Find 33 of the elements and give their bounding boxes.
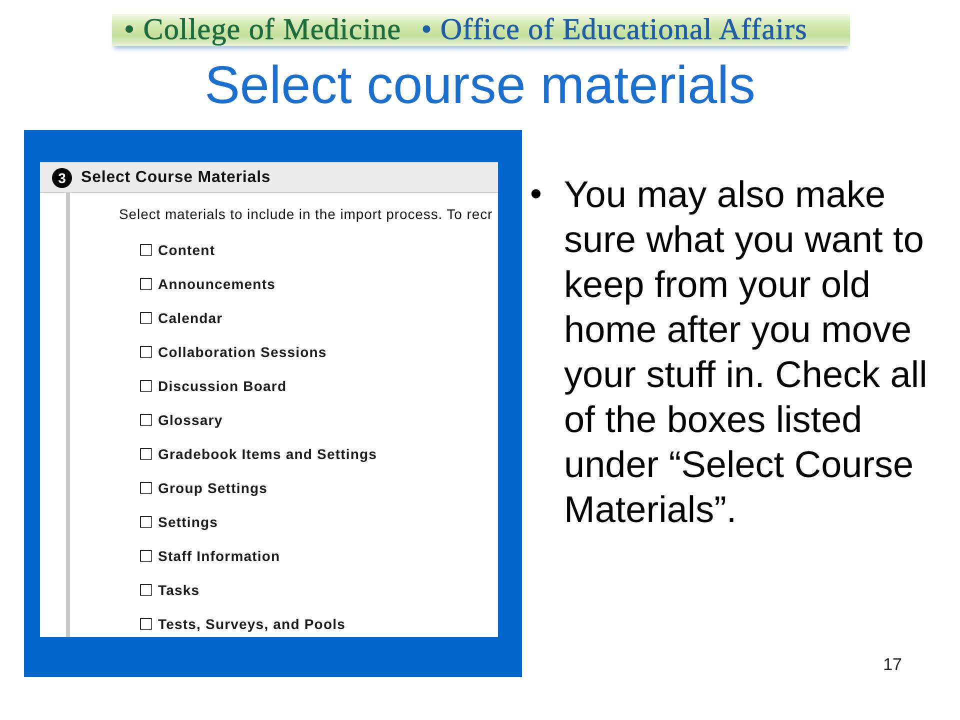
option-label: Staff Information bbox=[158, 548, 280, 564]
slide-title: Select course materials bbox=[204, 56, 756, 116]
option-label: Glossary bbox=[158, 412, 223, 428]
checkbox[interactable] bbox=[140, 584, 152, 596]
checkbox[interactable] bbox=[140, 380, 152, 392]
checkbox[interactable] bbox=[140, 278, 152, 290]
checkbox[interactable] bbox=[140, 448, 152, 460]
instructions-text: Select materials to include in the import process. To recr bbox=[119, 206, 493, 223]
page-number: 17 bbox=[883, 655, 902, 675]
bullet-text: You may also make sure what you want to keep from your old home after you move your stuff in. Check all of the boxes listed under “Select Course Materials”. bbox=[564, 173, 928, 532]
checkbox[interactable] bbox=[140, 550, 152, 562]
checkbox[interactable] bbox=[140, 482, 152, 494]
option-label: Tests, Surveys, and Pools bbox=[158, 616, 346, 632]
option-label: Settings bbox=[158, 514, 218, 530]
checkbox[interactable] bbox=[140, 346, 152, 358]
banner-text: • Office of Educational Affairs bbox=[421, 14, 808, 46]
option-label: Collaboration Sessions bbox=[158, 344, 327, 360]
option-label: Content bbox=[158, 242, 216, 258]
option-label: Discussion Board bbox=[158, 378, 287, 394]
bullet-marker: • bbox=[530, 174, 543, 215]
step-number: 3 bbox=[52, 168, 72, 188]
checkbox[interactable] bbox=[140, 516, 152, 528]
section-title: Select Course Materials bbox=[81, 168, 271, 186]
checkbox[interactable] bbox=[140, 618, 152, 630]
banner-text: • College of Medicine bbox=[124, 14, 402, 46]
checkbox[interactable] bbox=[140, 414, 152, 426]
option-label: Announcements bbox=[158, 276, 276, 292]
checkbox[interactable] bbox=[140, 244, 152, 256]
checkbox[interactable] bbox=[140, 312, 152, 324]
option-label: Calendar bbox=[158, 310, 223, 326]
option-label: Group Settings bbox=[158, 480, 268, 496]
option-label: Gradebook Items and Settings bbox=[158, 446, 378, 462]
option-label: Tasks bbox=[158, 582, 200, 598]
